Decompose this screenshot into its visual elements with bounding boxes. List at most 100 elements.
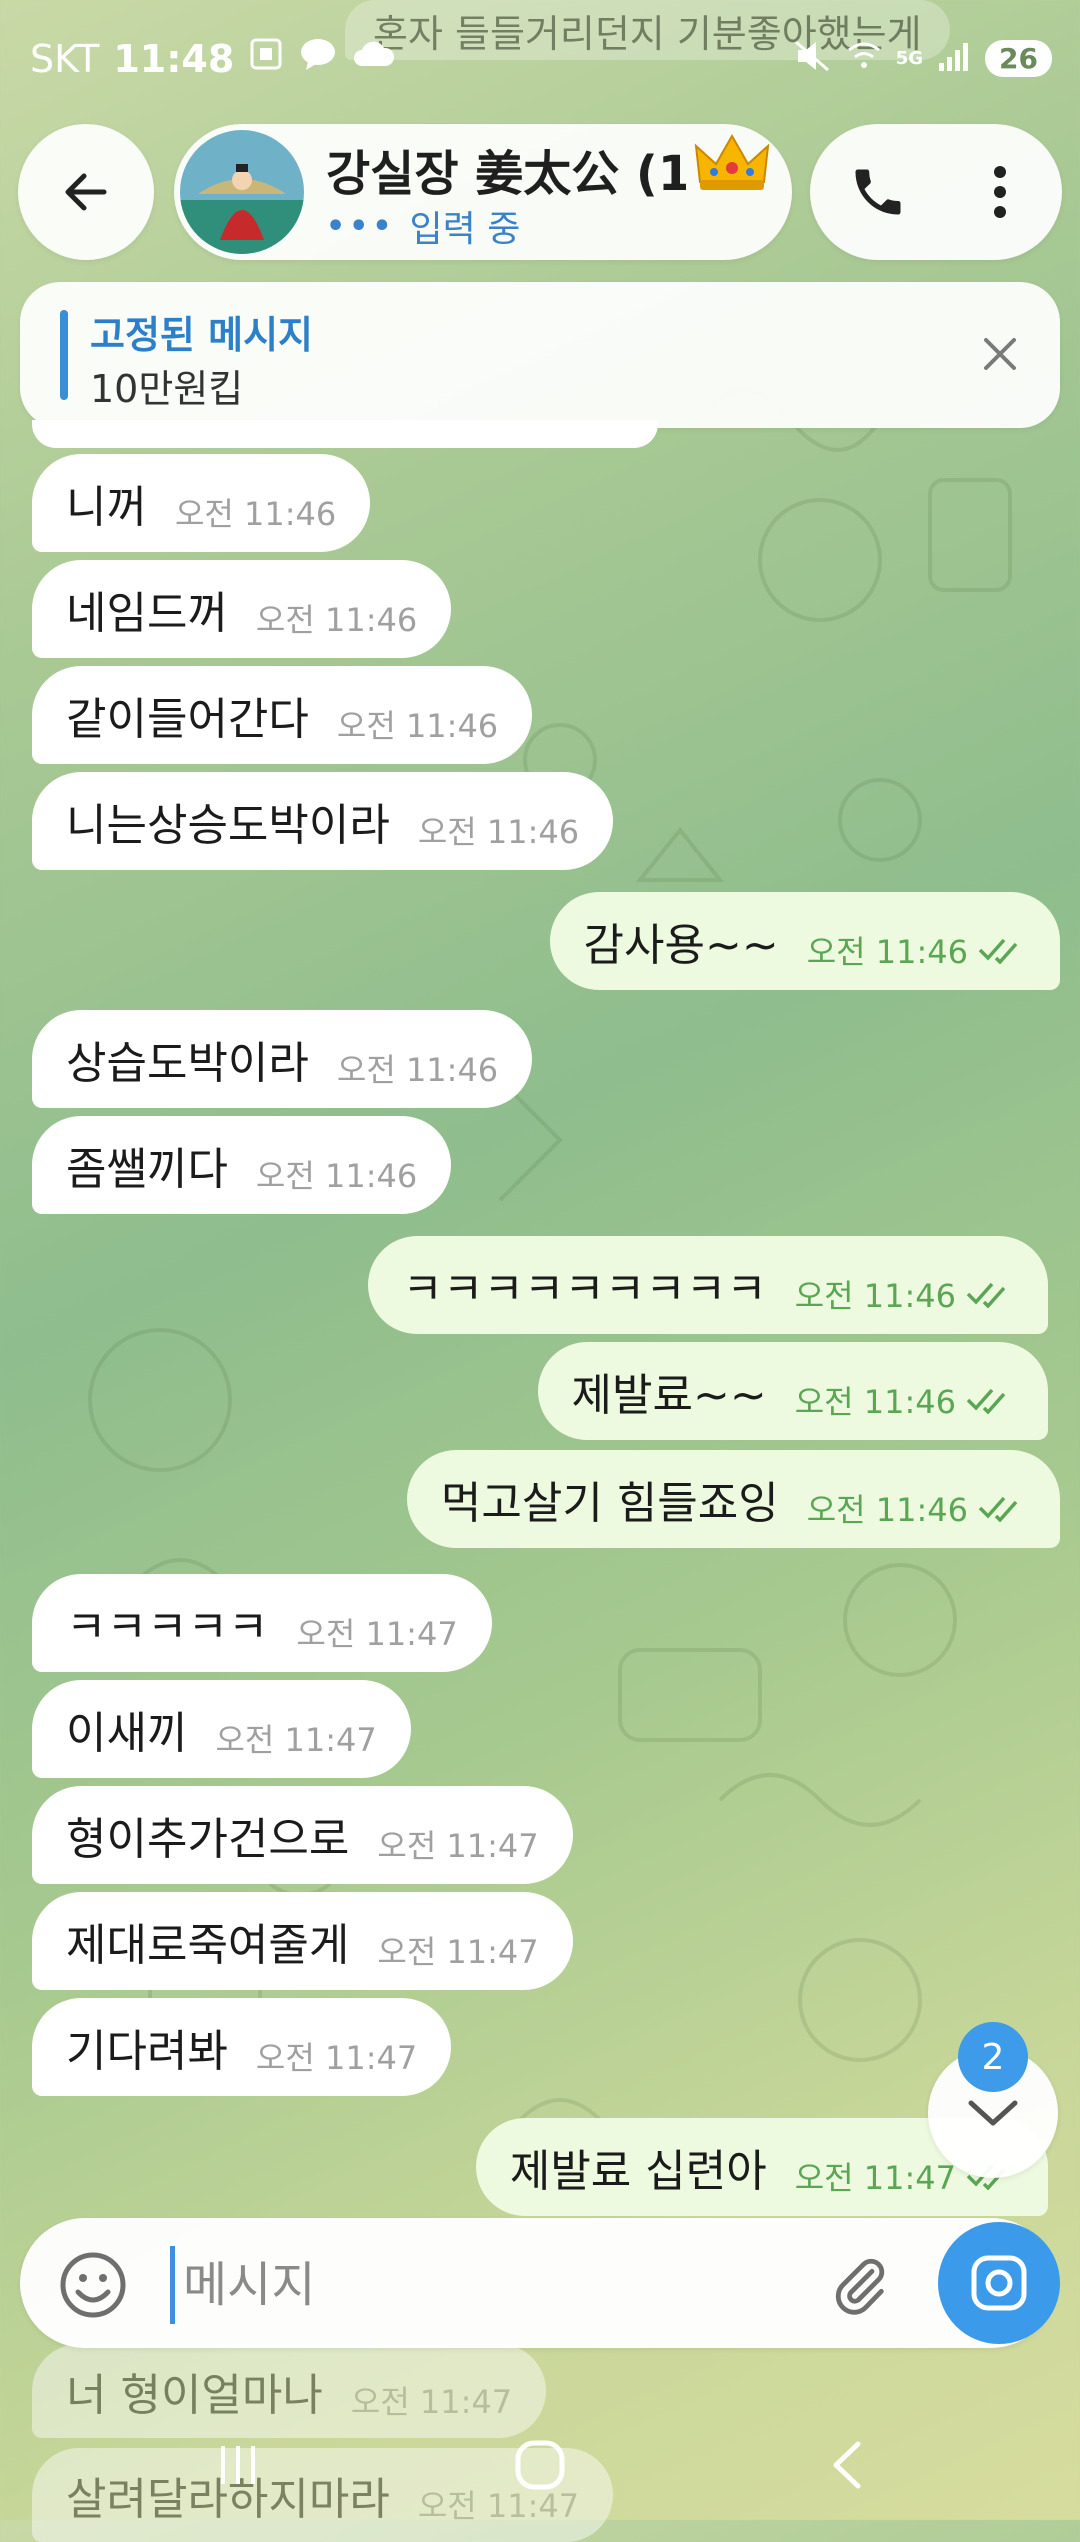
- attach-button[interactable]: [820, 2246, 900, 2326]
- message-bubble[interactable]: 제발료~~ 오전 11:46: [537, 1342, 1048, 1440]
- message-text: 상습도박이라: [66, 1038, 309, 1089]
- mute-icon: [792, 38, 832, 78]
- typing-indicator: ••• 입력 중: [326, 200, 520, 252]
- message-input[interactable]: [170, 2246, 825, 2324]
- back-arrow-icon: [65, 173, 107, 211]
- recent-apps-icon: [221, 2446, 255, 2484]
- signal-icon: [937, 39, 971, 77]
- system-nav-bar: [0, 2400, 1080, 2520]
- double-check-icon: [978, 1494, 1026, 1522]
- message-text: ㅋㅋㅋㅋㅋ: [66, 1602, 269, 1653]
- message-time: 오전 11:46: [794, 1277, 956, 1315]
- screenshot-icon: [248, 36, 284, 81]
- message-time: 오전 11:47: [377, 1933, 539, 1971]
- emoji-button[interactable]: [58, 2250, 128, 2320]
- more-options-button[interactable]: [962, 154, 1038, 230]
- message-bubble[interactable]: 먹고살기 힘들죠잉 오전 11:46: [406, 1450, 1060, 1548]
- message-text: 제발료~~: [571, 1370, 767, 1421]
- message-time: 오전 11:46: [255, 601, 418, 639]
- message-text: 니는상승도박이라: [66, 800, 390, 851]
- chat-name: 강실장 姜太公 (1: [326, 146, 686, 202]
- recent-apps-button[interactable]: [198, 2430, 278, 2500]
- message-bubble[interactable]: 좀쌜끼다 오전 11:46: [32, 1116, 452, 1214]
- back-chevron-icon: [833, 2441, 861, 2489]
- message-text: 네임드꺼: [66, 588, 228, 639]
- message-time: 오전 11:46: [336, 1051, 499, 1089]
- carrier-label: SKT: [30, 36, 100, 81]
- unread-count-badge: 2: [958, 2022, 1028, 2092]
- message-text: 감사용~~: [583, 920, 779, 971]
- message-time: 오전 11:47: [794, 2159, 956, 2197]
- camera-icon: [971, 2255, 1027, 2311]
- message-time: 오전 11:46: [255, 1157, 418, 1195]
- home-icon: [515, 2440, 565, 2490]
- typing-status: 입력 중: [409, 209, 521, 250]
- message-bubble[interactable]: 기다려봐 오전 11:47: [32, 1998, 452, 2096]
- message-bubble[interactable]: 니는상승도박이라 오전 11:46: [32, 772, 614, 870]
- message-bubble[interactable]: 감사용~~ 오전 11:46: [549, 892, 1060, 990]
- double-check-icon: [966, 1280, 1014, 1308]
- message-bubble[interactable]: ㅋㅋㅋㅋㅋㅋㅋㅋㅋ 오전 11:46: [368, 1236, 1048, 1334]
- camera-button[interactable]: [938, 2222, 1060, 2344]
- message-time: 오전 11:46: [806, 1491, 968, 1529]
- message-bubble[interactable]: 상습도박이라 오전 11:46: [32, 1010, 533, 1108]
- close-icon: [984, 338, 1016, 370]
- back-nav-button[interactable]: [806, 2430, 886, 2500]
- talk-icon: [298, 36, 338, 81]
- message-bubble[interactable]: 형이추가건으로 오전 11:47: [32, 1786, 573, 1884]
- pinned-text: 10만원킵: [90, 367, 244, 411]
- avatar[interactable]: [180, 130, 304, 254]
- message-bubble[interactable]: 제대로죽여줄게 오전 11:47: [32, 1892, 573, 1990]
- message-bubble[interactable]: 니꺼 오전 11:46: [32, 454, 371, 552]
- message-time: 오전 11:47: [377, 1827, 539, 1865]
- message-text: ㅋㅋㅋㅋㅋㅋㅋㅋㅋ: [402, 1264, 767, 1315]
- partial-message-bubble: [32, 420, 658, 448]
- header-actions: [810, 124, 1062, 260]
- phone-icon: [855, 169, 901, 215]
- message-bubble[interactable]: 같이들어간다 오전 11:46: [32, 666, 533, 764]
- network-type: 5G: [895, 47, 924, 69]
- message-text: 같이들어간다: [66, 694, 309, 745]
- pinned-indicator-bar: [60, 310, 68, 400]
- message-bubble[interactable]: ㅋㅋㅋㅋㅋ 오전 11:47: [32, 1574, 492, 1672]
- message-text: 제대로죽여줄게: [66, 1920, 350, 1971]
- home-button[interactable]: [500, 2430, 580, 2500]
- status-bar: SKT 11:48 5G 26: [0, 0, 1080, 120]
- message-composer: [20, 2218, 1056, 2348]
- unpin-button[interactable]: [970, 324, 1030, 384]
- typing-dots-icon: •••: [326, 208, 396, 244]
- back-button[interactable]: [18, 124, 154, 260]
- message-time: 오전 11:46: [794, 1383, 956, 1421]
- double-check-icon: [978, 936, 1026, 964]
- double-check-icon: [966, 1386, 1014, 1414]
- message-time: 오전 11:46: [174, 495, 337, 533]
- message-text: 먹고살기 힘들죠잉: [440, 1478, 779, 1529]
- message-text: 좀쌜끼다: [66, 1144, 228, 1195]
- message-text: 이새끼: [66, 1708, 188, 1759]
- message-time: 오전 11:47: [215, 1721, 377, 1759]
- pinned-title: 고정된 메시지: [90, 313, 313, 357]
- crown-icon: [694, 130, 770, 198]
- pinned-message[interactable]: 고정된 메시지 10만원킵: [20, 282, 1060, 428]
- clock: 11:48: [113, 36, 235, 81]
- message-text: 니꺼: [66, 482, 147, 533]
- chat-title[interactable]: 강실장 姜太公 (1 ••• 입력 중: [174, 124, 792, 260]
- message-time: 오전 11:46: [417, 813, 580, 851]
- message-time: 오전 11:47: [255, 2039, 418, 2077]
- call-button[interactable]: [840, 154, 916, 230]
- message-time: 오전 11:46: [806, 933, 968, 971]
- message-text: 제발료 십련아: [509, 2146, 767, 2197]
- chevron-down-icon: [968, 2100, 1018, 2126]
- message-time: 오전 11:47: [296, 1615, 458, 1653]
- wifi-icon: [846, 38, 882, 78]
- paperclip-icon: [835, 2258, 885, 2315]
- message-bubble[interactable]: 이새끼 오전 11:47: [32, 1680, 411, 1778]
- message-bubble[interactable]: 네임드꺼 오전 11:46: [32, 560, 452, 658]
- message-text: 기다려봐: [66, 2026, 228, 2077]
- more-vert-icon: [994, 166, 1006, 218]
- emoji-icon: [60, 2252, 126, 2318]
- message-time: 오전 11:46: [336, 707, 499, 745]
- cloud-icon: [352, 36, 396, 81]
- message-text: 형이추가건으로: [66, 1814, 350, 1865]
- battery-level: 26: [985, 39, 1052, 77]
